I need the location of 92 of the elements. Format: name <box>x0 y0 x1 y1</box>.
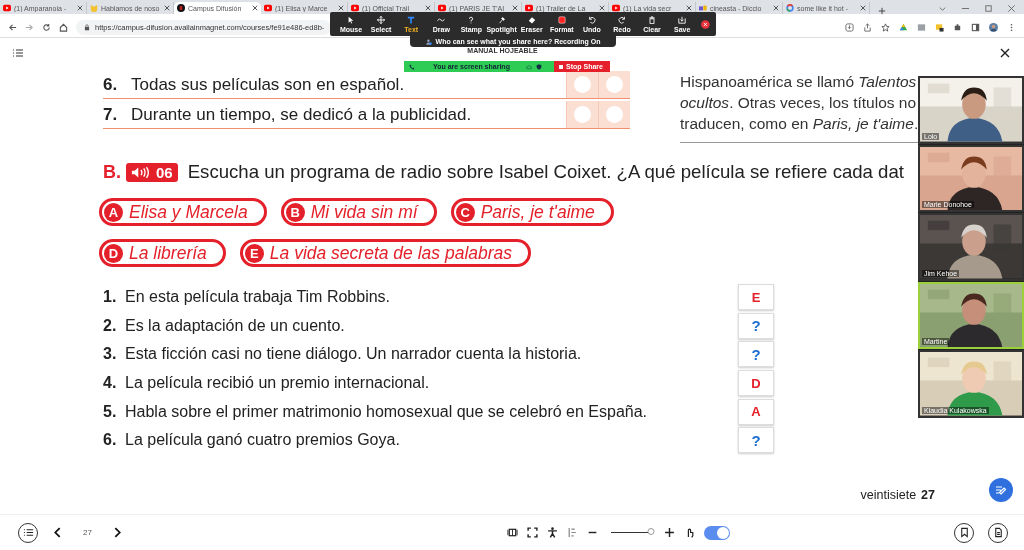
statement-text: Todas sus películas son en español. <box>131 74 406 95</box>
swatch-icon <box>557 15 566 24</box>
close-icon[interactable] <box>252 5 258 11</box>
shield-icon <box>535 63 542 70</box>
list-icon <box>22 527 34 538</box>
item-number: 2. <box>103 316 118 335</box>
accessibility-icon[interactable] <box>546 527 558 538</box>
spotlight-icon <box>497 15 506 24</box>
redo-icon <box>618 15 626 24</box>
document-icon <box>992 527 1004 538</box>
side-panel-icon[interactable] <box>971 23 980 32</box>
cloud-icon <box>525 63 532 70</box>
page-number: 27 <box>82 528 93 537</box>
play-icon <box>438 4 446 12</box>
answer-box[interactable]: D <box>738 370 774 397</box>
share-icon[interactable] <box>863 23 872 32</box>
trash-icon <box>648 15 657 24</box>
back-icon[interactable] <box>8 23 17 32</box>
disc-icon <box>177 4 185 12</box>
item-text: En esta película trabaja Tim Robbins. <box>125 288 391 307</box>
bookmark-icon <box>958 527 970 538</box>
menu-icon[interactable] <box>12 47 24 59</box>
side-note-text: traducen, como en Paris, je t'aime. <box>680 114 920 134</box>
previous-page-icon[interactable] <box>52 527 63 538</box>
move-icon <box>377 15 386 24</box>
item-number: 1. <box>103 288 118 307</box>
ring-icon <box>786 4 794 12</box>
install-icon[interactable] <box>845 23 854 32</box>
extension-icon[interactable] <box>935 23 944 32</box>
item-number: 4. <box>103 374 118 393</box>
play-icon <box>264 4 272 12</box>
pointer-icon <box>347 15 356 24</box>
play-icon <box>351 4 359 12</box>
play-icon <box>3 4 11 12</box>
answer-box[interactable]: A <box>738 398 774 425</box>
toggle-switch[interactable] <box>703 525 730 540</box>
people-icon <box>425 38 432 45</box>
lock-icon <box>84 24 90 31</box>
film-option: B Mi vida sin mí <box>280 198 437 226</box>
star-icon[interactable] <box>881 23 890 32</box>
item-number: 6. <box>103 74 119 95</box>
reload-icon[interactable] <box>42 23 51 32</box>
item-text: Es la adaptación de un cuento. <box>125 316 345 335</box>
close-icon[interactable] <box>999 47 1011 59</box>
item-number: 3. <box>103 345 118 364</box>
statement-text: Durante un tiempo, se dedicó a la publicidad. <box>131 104 473 125</box>
cat-icon <box>90 4 98 12</box>
close-icon[interactable] <box>701 19 710 29</box>
play-icon <box>525 4 533 12</box>
answer-box[interactable]: ? <box>738 341 774 368</box>
puzzle-icon[interactable] <box>953 23 962 32</box>
fullscreen-icon[interactable] <box>526 527 538 538</box>
item-number: 6. <box>103 431 118 450</box>
audio-track-button[interactable]: 06 <box>126 162 178 182</box>
text-icon <box>407 15 416 24</box>
zoom-in-icon[interactable] <box>663 527 675 538</box>
undo-icon <box>587 15 596 24</box>
slider-thumb[interactable] <box>647 528 655 535</box>
edit-list-icon <box>995 484 1007 496</box>
item-text: Esta ficción casi no tiene diálogo. Un narrador cuenta la historia. <box>125 345 582 364</box>
instruction-text: Escucha un programa de radio sobre Isabel Coixet. ¿A qué película se refiere cada dat <box>187 161 904 183</box>
home-icon[interactable] <box>59 23 68 32</box>
film-option: A Elisa y Marcela <box>99 198 267 226</box>
notes-button[interactable] <box>989 478 1013 502</box>
film-option: C Paris, je t'aime <box>450 198 614 226</box>
phone-icon <box>409 63 415 70</box>
answer-box[interactable]: E <box>738 284 774 311</box>
page-number: 27 <box>921 488 935 502</box>
side-note-text: ocultos. Otras veces, los títulos no <box>680 93 918 113</box>
plus-icon[interactable] <box>878 7 886 15</box>
blocks-icon <box>699 4 707 12</box>
page-label: veintisiete <box>860 488 917 502</box>
wave-icon <box>437 15 446 24</box>
item-number: 5. <box>103 402 118 421</box>
item-number: 7. <box>103 104 119 125</box>
section-letter: B. <box>103 161 121 183</box>
film-option: D La librería <box>99 239 226 267</box>
double-page-icon[interactable] <box>506 527 518 538</box>
save-icon <box>678 15 687 24</box>
triangle-icon[interactable] <box>899 23 908 32</box>
side-note-text: Hispanoamérica se llamó Talentos <box>680 72 918 92</box>
reading-icon[interactable] <box>566 527 578 538</box>
question-icon <box>467 15 476 24</box>
answer-box[interactable]: ? <box>738 427 774 454</box>
item-text: La película recibió un premio internacional. <box>125 374 430 393</box>
item-text: Habla sobre el primer matrimonio homosexual que se celebró en España. <box>125 402 648 421</box>
film-option: E La vida secreta de las palabras <box>239 239 532 267</box>
answer-box[interactable]: ? <box>738 312 774 339</box>
speaker-icon <box>131 165 151 179</box>
avatar-icon[interactable] <box>989 23 998 32</box>
item-text: La película ganó cuatro premios Goya. <box>125 431 400 450</box>
play-icon <box>612 4 620 12</box>
